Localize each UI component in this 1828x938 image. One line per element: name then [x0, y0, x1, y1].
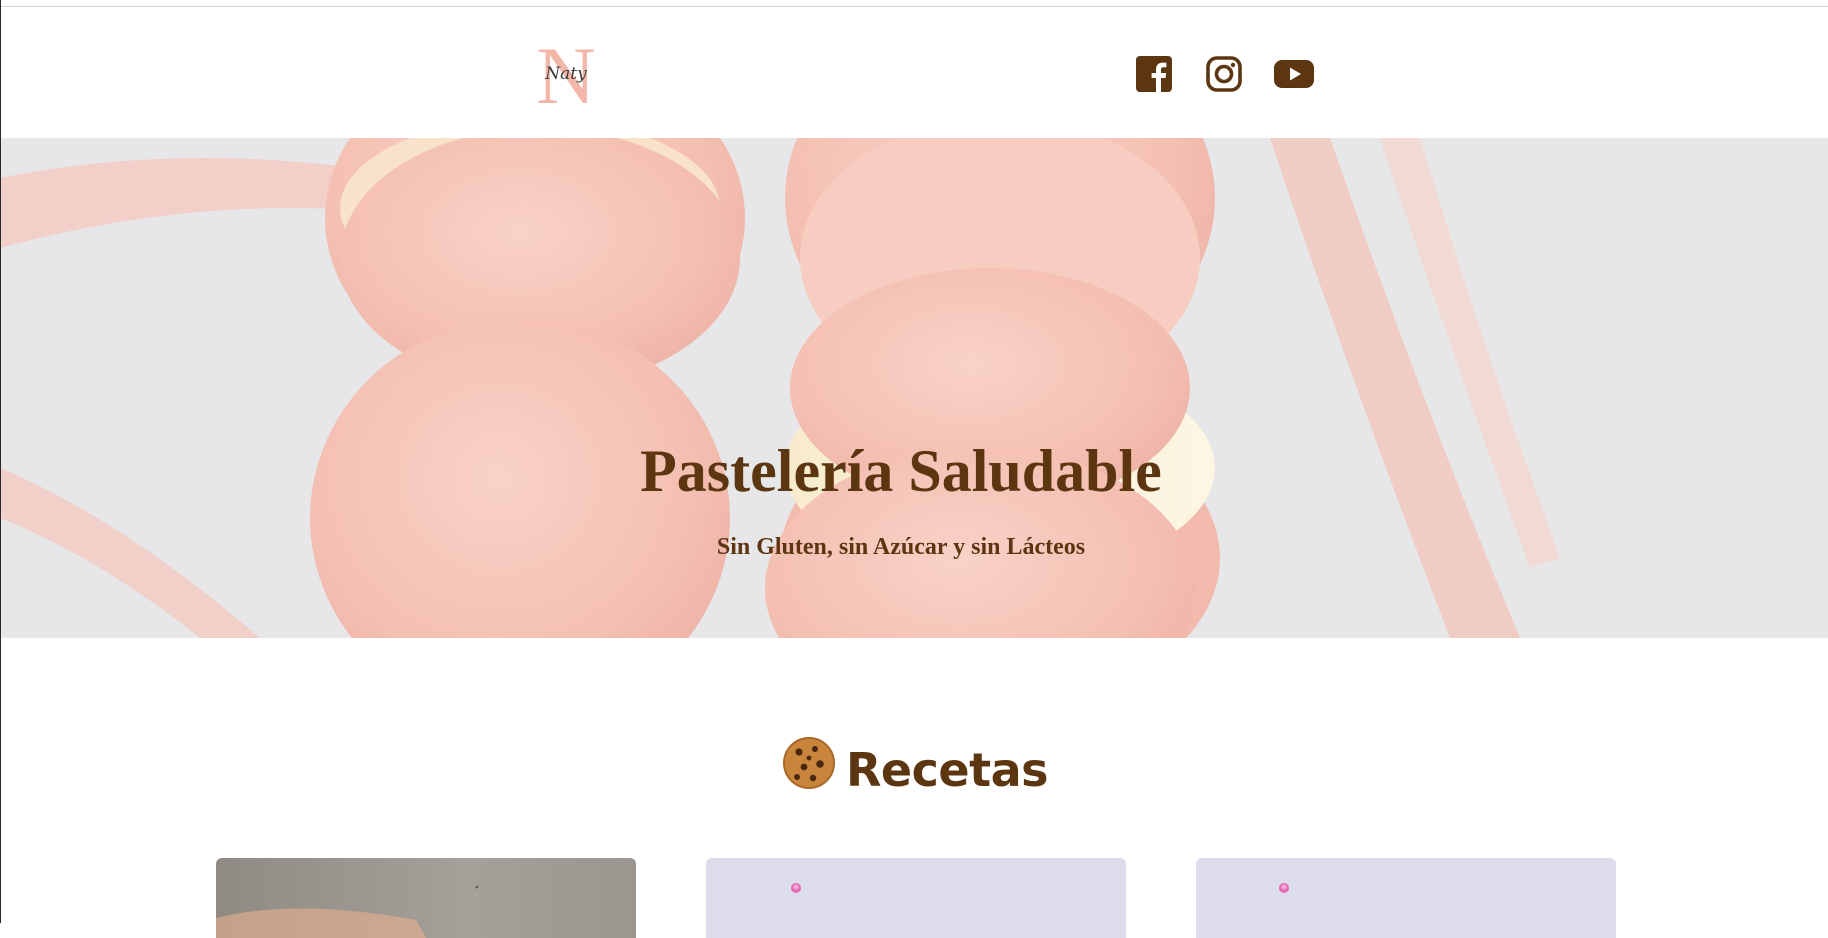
recipe-card[interactable] — [1196, 858, 1616, 938]
recipe-card-image — [216, 885, 479, 938]
logo-text: Naty — [544, 64, 587, 84]
recipe-card[interactable] — [216, 858, 636, 938]
recipes-section-title: Recetas — [0, 736, 1828, 804]
window-left-border — [0, 0, 1, 923]
recipe-card-image — [791, 883, 801, 893]
recipe-card-image — [1279, 883, 1289, 893]
browser-top-border — [0, 0, 1828, 7]
hero-subtitle: Sin Gluten, sin Azúcar y sin Lácteos — [716, 534, 1086, 560]
instagram-icon[interactable] — [1204, 54, 1244, 94]
hero-banner: Pastelería Saludable Sin Gluten, sin Azú… — [0, 138, 1828, 638]
youtube-icon[interactable] — [1273, 54, 1315, 94]
cookie-icon — [782, 736, 836, 804]
facebook-icon[interactable] — [1134, 54, 1174, 94]
site-logo[interactable]: N Naty — [532, 30, 600, 121]
site-header: N Naty — [0, 7, 1828, 138]
hero-title: Pastelería Saludable — [640, 438, 1162, 504]
hero-macarons-image — [0, 138, 1828, 638]
recipes-title-text: Recetas — [846, 743, 1049, 797]
recipe-card[interactable] — [706, 858, 1126, 938]
